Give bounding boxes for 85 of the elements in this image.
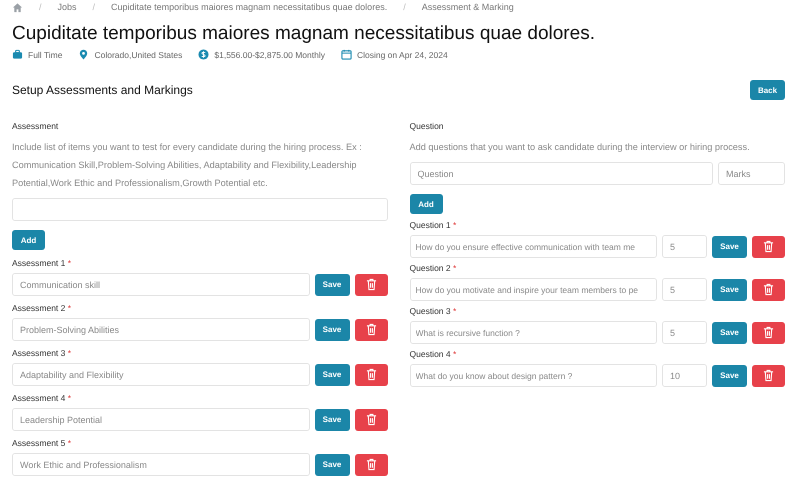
save-button[interactable]: Save — [314, 454, 350, 476]
save-button[interactable]: Save — [712, 364, 747, 386]
breadcrumb-link[interactable]: Assessment & Marking — [422, 2, 514, 12]
assessment-field[interactable]: Leadership Potential — [12, 408, 310, 431]
save-button[interactable]: Save — [314, 408, 350, 430]
question-field[interactable]: How do you ensure effective communication with team me — [410, 235, 657, 258]
assessment-field[interactable]: Problem-Solving Abilities — [12, 318, 310, 341]
question-description: Add questions that you want to ask candidate during the interview or hiring process. — [410, 141, 751, 154]
trash-icon — [366, 413, 376, 426]
marks-field[interactable]: 5 — [662, 321, 707, 344]
assessment-field[interactable]: Work Ethic and Professionalism — [12, 453, 310, 476]
add-button[interactable]: Add — [410, 194, 442, 214]
required-mark: * — [68, 438, 72, 448]
trash-icon — [366, 323, 376, 336]
job-meta-text: Full Time — [28, 50, 62, 60]
required-mark: * — [453, 349, 456, 359]
required-mark: * — [453, 263, 456, 273]
breadcrumb-link[interactable]: Cupiditate temporibus maiores magnam necessitatibus quae dolores. — [111, 2, 388, 12]
question-field[interactable]: What is recursive function ? — [410, 321, 657, 344]
field-label: Question 3 — [410, 306, 451, 316]
breadcrumb-separator: / — [38, 2, 43, 12]
required-mark: * — [68, 303, 72, 313]
trash-icon — [763, 240, 774, 253]
save-button[interactable]: Save — [712, 278, 747, 300]
required-mark: * — [453, 220, 456, 230]
marks-field[interactable]: 5 — [662, 235, 707, 258]
delete-button[interactable] — [752, 364, 785, 386]
dollar-icon — [198, 49, 210, 60]
delete-button[interactable] — [354, 274, 388, 296]
home-icon[interactable] — [12, 2, 23, 12]
trash-icon — [366, 368, 376, 381]
question-field[interactable]: How do you motivate and inspire your team members to pe — [410, 278, 657, 301]
add-button[interactable]: Add — [12, 230, 45, 250]
required-mark: * — [68, 258, 72, 268]
section-title: Setup Assessments and Markings — [12, 83, 193, 97]
trash-icon — [366, 458, 376, 471]
job-meta-text: Colorado,United States — [94, 50, 182, 60]
required-mark: * — [453, 306, 456, 316]
trash-icon — [763, 283, 774, 296]
breadcrumb-link[interactable]: Jobs — [58, 2, 77, 12]
delete-button[interactable] — [354, 408, 388, 430]
marks-input[interactable]: Marks — [718, 162, 785, 185]
assessment-description: Include list of items you want to test for every candidate during the hiring process. Ex : Communication Skill,Problem-Solving Abilities, Adaptability and Flexibility,Leadership Potential,Work Ethic and Professionalism,Growth Potential etc. — [12, 141, 363, 190]
save-button[interactable]: Save — [314, 274, 350, 296]
field-label: Question 1 — [410, 220, 451, 230]
trash-icon — [763, 369, 774, 382]
field-label: Question 2 — [410, 263, 451, 273]
marks-field[interactable]: 5 — [662, 278, 707, 301]
save-button[interactable]: Save — [712, 236, 747, 258]
question-label: Question — [410, 121, 445, 131]
back-button[interactable]: Back — [750, 80, 785, 100]
question-input[interactable]: Question — [410, 162, 713, 185]
marks-field[interactable]: 10 — [662, 364, 707, 387]
briefcase-icon — [12, 49, 23, 60]
assessment-field[interactable]: Communication skill — [12, 273, 310, 296]
field-label: Assessment 2 — [12, 303, 66, 313]
delete-button[interactable] — [752, 278, 785, 300]
delete-button[interactable] — [354, 318, 388, 340]
question-field[interactable]: What do you know about design pattern ? — [410, 364, 657, 387]
trash-icon — [366, 278, 376, 291]
delete-button[interactable] — [752, 322, 785, 344]
save-button[interactable]: Save — [314, 318, 350, 340]
save-button[interactable]: Save — [314, 364, 350, 386]
trash-icon — [763, 326, 774, 339]
required-mark: * — [68, 393, 72, 403]
assessment-field[interactable]: Adaptability and Flexibility — [12, 363, 310, 386]
field-label: Assessment 1 — [12, 258, 66, 268]
required-mark: * — [68, 348, 72, 358]
delete-button[interactable] — [354, 364, 388, 386]
delete-button[interactable] — [354, 454, 388, 476]
job-meta-text: Closing on Apr 24, 2024 — [356, 50, 448, 60]
job-title: Cupiditate temporibus maiores magnam necessitatibus quae dolores. — [12, 23, 596, 45]
breadcrumb-separator: / — [92, 2, 96, 12]
field-label: Assessment 4 — [12, 393, 66, 403]
save-button[interactable]: Save — [712, 322, 747, 344]
field-label: Question 4 — [410, 349, 451, 359]
assessment-label: Assessment — [12, 121, 60, 131]
field-label: Assessment 3 — [12, 348, 66, 358]
location-pin-icon — [78, 49, 90, 60]
job-meta-text: $1,556.00-$2,875.00 Monthly — [214, 50, 325, 60]
assessment-input[interactable] — [12, 198, 388, 221]
breadcrumb-separator: / — [402, 2, 407, 12]
delete-button[interactable] — [752, 236, 785, 258]
calendar-icon — [340, 49, 352, 60]
field-label: Assessment 5 — [12, 438, 66, 448]
